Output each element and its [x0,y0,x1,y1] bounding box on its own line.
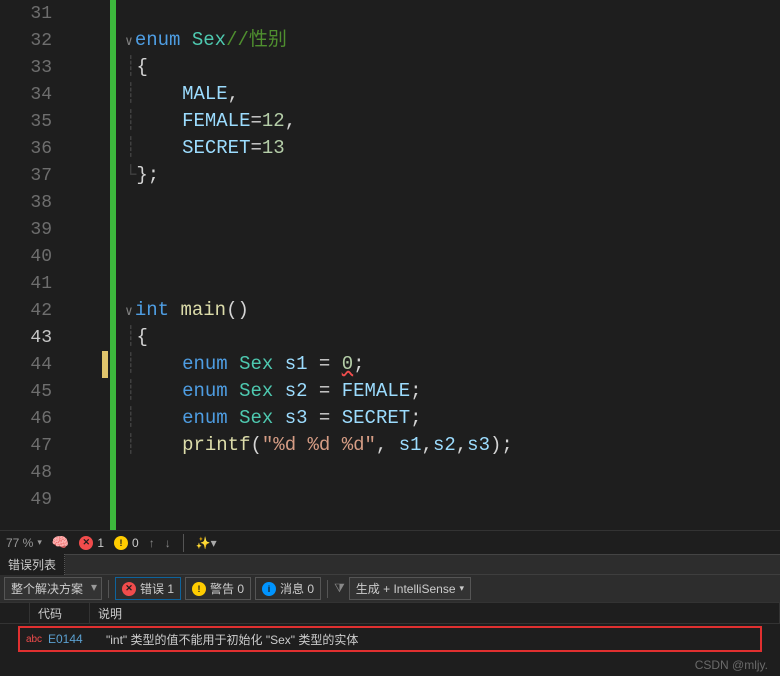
code-line[interactable]: ┊{ [125,54,780,81]
code-line[interactable] [125,216,780,243]
code-line[interactable]: ┊ enum Sex s3 = SECRET; [125,405,780,432]
gutter: 31323334353637383940414243444546474849 [0,0,95,530]
filter-messages[interactable]: i 消息 0 [255,577,321,600]
code-line[interactable] [125,189,780,216]
header-description[interactable]: 说明 [90,603,780,623]
code-line[interactable]: ┊ enum Sex s1 = 0; [125,351,780,378]
tab-error-list[interactable]: 错误列表 [0,554,65,575]
warning-count[interactable]: ! 0 [114,536,139,550]
code-line[interactable]: ┊ printf("%d %d %d", s1,s2,s3); [125,432,780,459]
code-line[interactable] [125,270,780,297]
code-line[interactable] [125,459,780,486]
watermark: CSDN @mljy. [695,658,768,672]
filter-errors[interactable]: ✕ 错误 1 [115,577,181,600]
wand-icon[interactable]: ✨▾ [196,536,217,550]
panel-tabs: 错误列表 [0,554,780,574]
nav-down-icon[interactable]: ↓ [165,536,171,550]
error-list-header: 代码 说明 [0,602,780,624]
code-line[interactable] [125,486,780,513]
code-line[interactable]: ┊ SECRET=13 [125,135,780,162]
warning-icon: ! [192,582,206,596]
code-line[interactable]: ∨enum Sex//性别 [125,27,780,54]
code-line[interactable]: └}; [125,162,780,189]
header-code[interactable]: 代码 [30,603,90,623]
code-content[interactable]: ∨enum Sex//性别┊{┊ MALE,┊ FEMALE=12,┊ SECR… [95,0,780,530]
code-line[interactable]: ┊{ [125,324,780,351]
filter-icon[interactable]: ⧩ [334,581,345,596]
code-line[interactable]: ┊ MALE, [125,81,780,108]
code-line[interactable]: ┊ FEMALE=12, [125,108,780,135]
zoom-level[interactable]: 77 % ▾ [6,536,42,550]
code-line[interactable]: ┊ enum Sex s2 = FEMALE; [125,378,780,405]
error-count[interactable]: ✕ 1 [79,536,104,550]
error-icon: ✕ [122,582,136,596]
error-type-icon: abc [20,634,48,645]
build-source-dropdown[interactable]: 生成 + IntelliSense ▾ [349,577,471,600]
info-icon: i [262,582,276,596]
error-toolbar: 整个解决方案 ✕ 错误 1 ! 警告 0 i 消息 0 ⧩ 生成 + Intel… [0,574,780,602]
code-editor[interactable]: 31323334353637383940414243444546474849 ∨… [0,0,780,530]
editor-status-bar: 77 % ▾ 🧠 ✕ 1 ! 0 ↑ ↓ ✨▾ [0,530,780,554]
error-row[interactable]: abc E0144 "int" 类型的值不能用于初始化 "Sex" 类型的实体 [18,626,762,652]
nav-up-icon[interactable]: ↑ [149,536,155,550]
code-line[interactable]: ∨int main() [125,297,780,324]
code-line[interactable] [125,243,780,270]
intellisense-icon[interactable]: 🧠 [52,534,69,551]
scope-dropdown[interactable]: 整个解决方案 [4,577,102,600]
error-code: E0144 [48,632,106,646]
filter-warnings[interactable]: ! 警告 0 [185,577,251,600]
code-line[interactable] [125,0,780,27]
error-description: "int" 类型的值不能用于初始化 "Sex" 类型的实体 [106,631,760,648]
